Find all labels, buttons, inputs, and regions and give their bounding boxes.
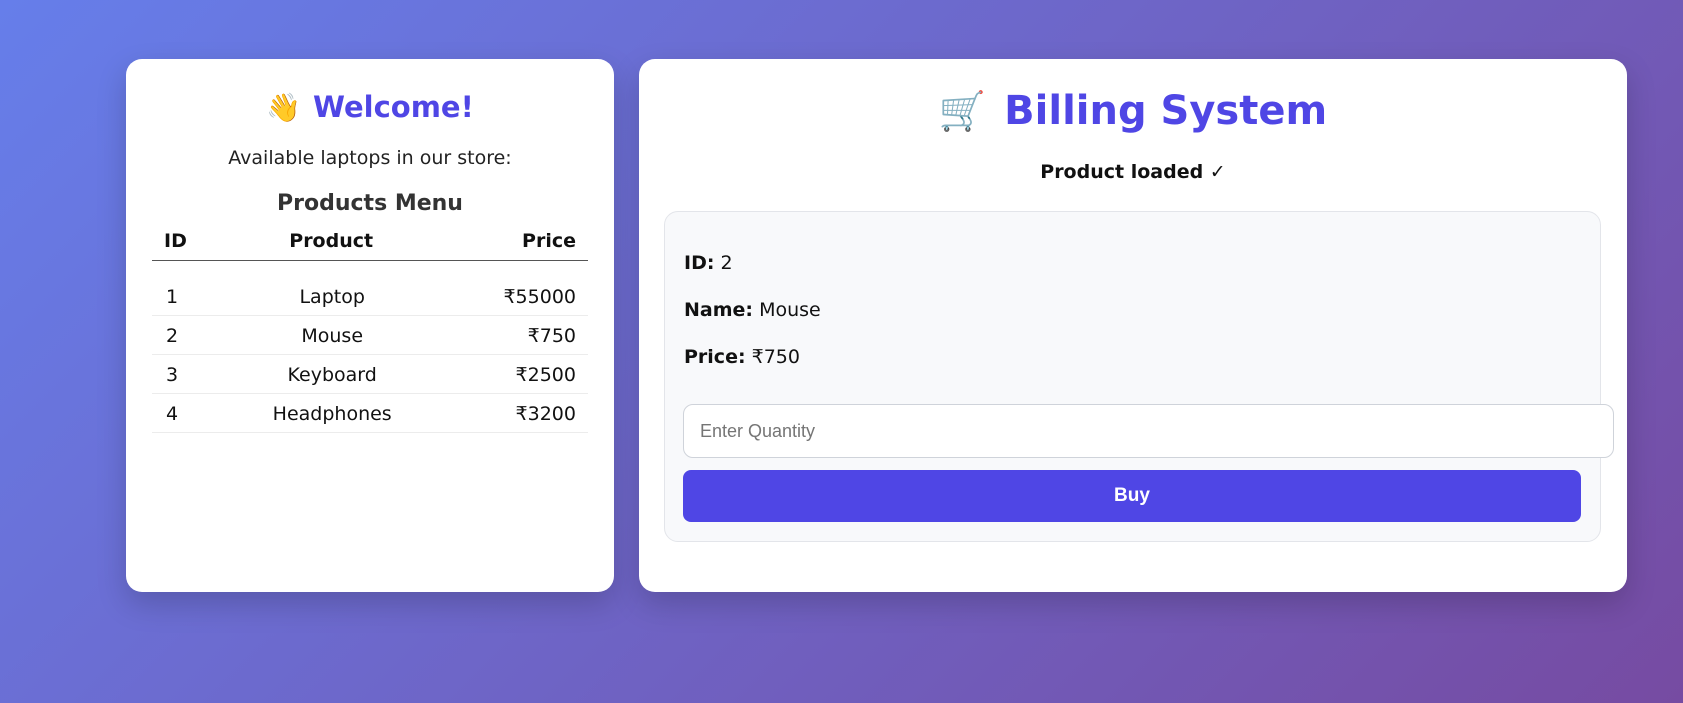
detail-id: ID: 2: [684, 252, 733, 274]
welcome-heading: 👋 Welcome!: [152, 87, 588, 127]
column-header-id: ID: [152, 230, 223, 261]
detail-price: Price: ₹750: [684, 346, 800, 368]
table-row: 1 Laptop ₹55000: [152, 276, 588, 316]
product-id: 4: [152, 393, 223, 433]
detail-name-label: Name:: [684, 299, 754, 321]
welcome-title: Welcome!: [313, 90, 474, 124]
product-price: ₹750: [440, 315, 588, 355]
buy-button[interactable]: Buy: [683, 470, 1581, 522]
products-menu-title: Products Menu: [277, 191, 463, 216]
product-price: ₹55000: [440, 276, 588, 316]
quantity-input[interactable]: [683, 404, 1614, 458]
detail-price-label: Price:: [684, 346, 746, 368]
billing-title: Billing System: [1004, 88, 1328, 134]
welcome-subtitle: Available laptops in our store:: [228, 147, 512, 169]
billing-card: 🛒 Billing System Product loaded ✓ ID: 2 …: [639, 59, 1627, 592]
billing-heading: 🛒 Billing System: [665, 85, 1601, 137]
product-price: ₹2500: [440, 354, 588, 394]
detail-id-label: ID:: [684, 252, 715, 274]
waving-hand-icon: 👋: [266, 90, 302, 124]
column-header-price: Price: [440, 230, 588, 261]
table-row: 4 Headphones ₹3200: [152, 393, 588, 433]
status-message: Product loaded ✓: [1040, 161, 1226, 183]
product-id: 3: [152, 354, 223, 394]
welcome-card: 👋 Welcome! Available laptops in our stor…: [126, 59, 614, 592]
detail-name-value: Mouse: [759, 299, 821, 321]
products-table: ID Product Price 1 Laptop ₹55000 2 Mouse…: [152, 230, 588, 433]
product-price: ₹3200: [440, 393, 588, 433]
product-name: Headphones: [222, 393, 441, 433]
table-header-row: ID Product Price: [152, 230, 588, 261]
detail-price-value: ₹750: [751, 346, 800, 368]
detail-name: Name: Mouse: [684, 299, 821, 321]
product-name: Mouse: [222, 315, 441, 355]
column-header-product: Product: [222, 230, 441, 261]
product-id: 2: [152, 315, 223, 355]
table-row: 2 Mouse ₹750: [152, 315, 588, 355]
detail-id-value: 2: [720, 252, 733, 274]
product-id: 1: [152, 276, 223, 316]
table-row: 3 Keyboard ₹2500: [152, 354, 588, 394]
product-name: Laptop: [222, 276, 441, 316]
shopping-cart-icon: 🛒: [938, 88, 987, 133]
product-name: Keyboard: [222, 354, 441, 394]
